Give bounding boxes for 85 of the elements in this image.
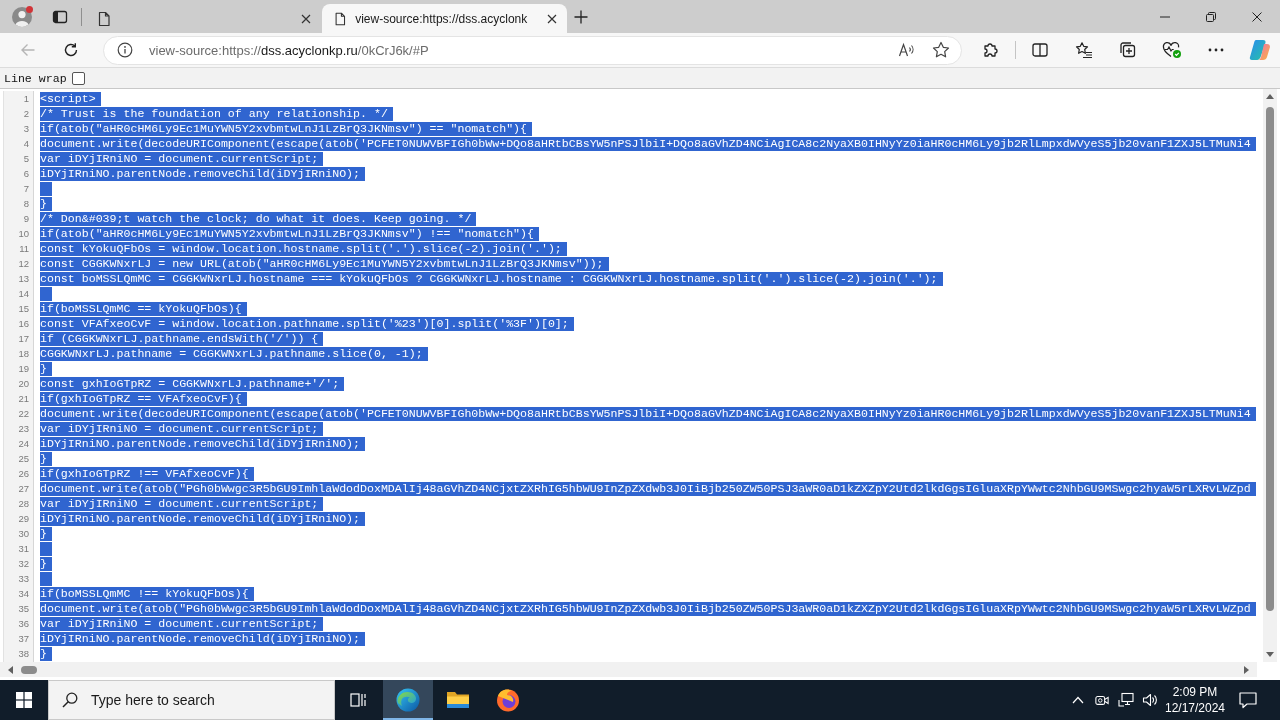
star-icon — [932, 41, 950, 59]
taskbar-clock[interactable]: 2:09 PM 12/17/2024 — [1162, 680, 1228, 720]
line-number: 18 — [18, 348, 29, 359]
line-number: 34 — [18, 588, 29, 599]
line-number: 24 — [18, 438, 29, 449]
address-bar[interactable]: view-source:https://dss.acyclonkp.ru/0kCrJ6k/#P — [103, 35, 962, 65]
plus-icon — [574, 9, 588, 24]
line-number: 29 — [18, 513, 29, 524]
scroll-right-arrow-icon[interactable] — [1244, 665, 1249, 674]
camera-icon — [1095, 693, 1109, 707]
line-number: 30 — [18, 528, 29, 539]
scroll-left-arrow-icon[interactable] — [8, 665, 13, 674]
browser-tab[interactable]: view-source:https://dss.acyclonk — [322, 4, 567, 33]
line-number: 22 — [18, 408, 29, 419]
scroll-down-arrow-icon[interactable] — [1266, 652, 1274, 657]
line-number: 32 — [18, 558, 29, 569]
notification-dot-icon — [26, 6, 33, 13]
close-icon — [301, 13, 311, 24]
line-number: 27 — [18, 483, 29, 494]
speech-bubble-icon — [1239, 691, 1257, 709]
line-number: 31 — [18, 543, 29, 554]
scroll-up-arrow-icon[interactable] — [1266, 94, 1274, 99]
scrollbar-thumb[interactable] — [1266, 107, 1274, 611]
volume-icon — [1142, 692, 1158, 708]
address-url: view-source:https://dss.acyclonkp.ru/0kCrJ6k/#P — [149, 42, 429, 58]
line-number: 12 — [18, 258, 29, 269]
line-number: 5 — [23, 153, 29, 164]
line-number: 26 — [18, 468, 29, 479]
line-number: 35 — [18, 603, 29, 614]
puzzle-piece-icon — [982, 41, 1000, 59]
network-monitor-icon — [1118, 692, 1134, 708]
line-number: 28 — [18, 498, 29, 509]
line-number: 1 — [23, 93, 29, 104]
back-arrow-icon — [20, 42, 36, 58]
line-number: 7 — [23, 183, 29, 194]
vertical-scrollbar[interactable] — [1263, 89, 1277, 662]
heart-pulse-icon — [1162, 41, 1182, 59]
window-sidebar-icon — [52, 8, 68, 25]
line-number: 16 — [18, 318, 29, 329]
windows-logo-icon — [16, 692, 32, 708]
line-number: 14 — [18, 288, 29, 299]
task-view-icon — [350, 691, 368, 709]
line-number: 33 — [18, 573, 29, 584]
split-window-icon — [1031, 41, 1049, 59]
more-icon — [1208, 48, 1224, 52]
close-icon — [1252, 11, 1262, 22]
document-icon — [96, 10, 112, 27]
line-number: 6 — [23, 168, 29, 179]
line-number: 37 — [18, 633, 29, 644]
line-number: 19 — [18, 363, 29, 374]
star-list-icon — [1075, 41, 1093, 59]
read-aloud-icon — [898, 41, 916, 59]
taskbar-search-field[interactable]: Type here to search — [48, 680, 335, 720]
line-number: 20 — [18, 378, 29, 389]
line-number: 10 — [18, 228, 29, 239]
info-icon — [117, 42, 133, 58]
person-silhouette-icon — [12, 6, 32, 27]
line-number: 3 — [23, 123, 29, 134]
ribbon-logo-icon — [1249, 39, 1271, 61]
flame-globe-icon — [496, 688, 520, 712]
line-wrap-label: Line wrap — [4, 71, 67, 85]
document-icon — [333, 10, 348, 27]
line-number: 25 — [18, 453, 29, 464]
line-number: 9 — [23, 213, 29, 224]
line-number: 38 — [18, 648, 29, 659]
search-icon — [62, 692, 78, 708]
line-number: 11 — [19, 243, 29, 254]
line-number: 4 — [23, 138, 29, 149]
close-icon — [547, 13, 558, 24]
line-number: 21 — [18, 393, 29, 404]
chevron-up-icon — [1072, 696, 1084, 704]
refresh-icon — [63, 42, 79, 58]
scrollbar-thumb[interactable] — [21, 665, 37, 674]
line-number: 13 — [18, 273, 29, 284]
line-wrap-checkbox[interactable] — [71, 71, 85, 85]
horizontal-scrollbar[interactable] — [0, 662, 1257, 677]
line-number: 2 — [23, 108, 29, 119]
squares-plus-icon — [1119, 41, 1137, 59]
line-number: 17 — [18, 333, 29, 344]
line-number: 36 — [18, 618, 29, 629]
restore-icon — [1206, 11, 1216, 22]
line-number: 23 — [18, 423, 29, 434]
swirl-logo-icon — [396, 688, 420, 712]
line-number: 15 — [18, 303, 29, 314]
line-number: 8 — [23, 198, 29, 209]
